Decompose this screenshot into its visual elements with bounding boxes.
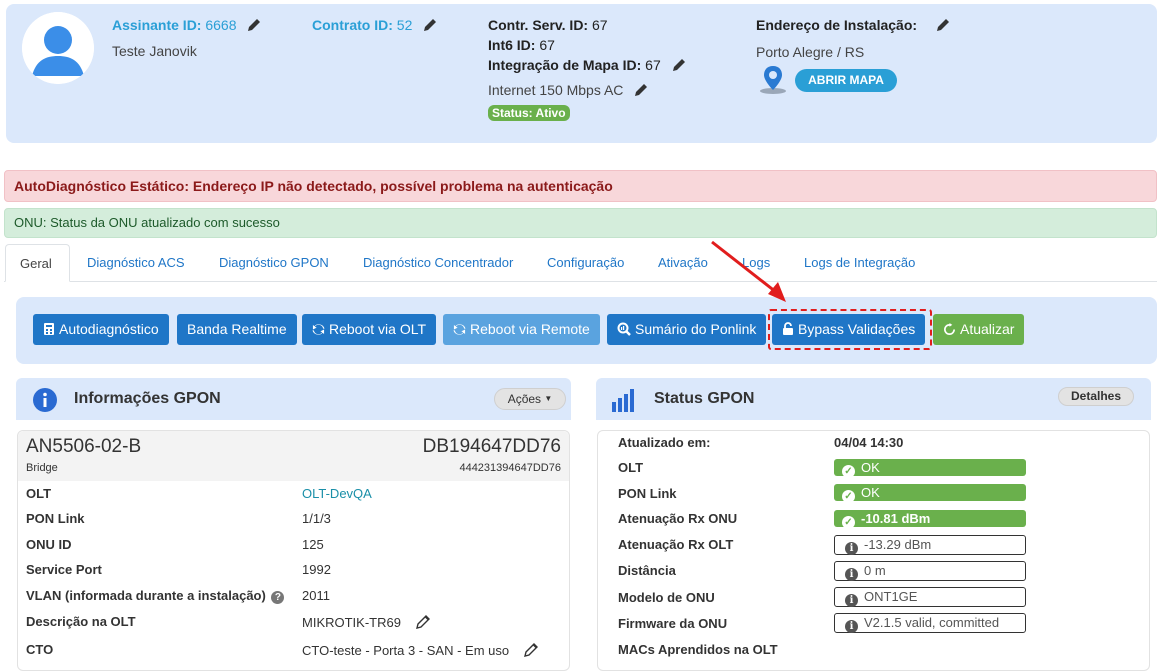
avatar xyxy=(22,12,94,84)
row-label-pon-link: PON Link xyxy=(26,511,85,526)
info-circle-icon: i xyxy=(845,568,858,581)
row-label-atualizado: Atualizado em: xyxy=(618,435,711,450)
row-label-modelo: Modelo de ONU xyxy=(618,590,715,605)
row-label-olt-status: OLT xyxy=(618,460,644,475)
assinante-name: Teste Janovik xyxy=(112,43,197,59)
edit-pencil-icon[interactable] xyxy=(671,57,687,73)
refresh-icon xyxy=(944,323,955,335)
edit-pencil-icon[interactable] xyxy=(935,17,951,33)
contr-serv-id: Contr. Serv. ID: 67 xyxy=(488,17,608,33)
acoes-dropdown[interactable]: Ações ▼ xyxy=(494,388,566,410)
row-label-onu-id: ONU ID xyxy=(26,537,72,552)
search-chart-icon xyxy=(617,322,631,336)
endereco-label: Endereço de Instalação: xyxy=(756,17,951,33)
edit-pencil-icon[interactable] xyxy=(633,82,649,98)
firmware-value: i V2.1.5 valid, committed xyxy=(834,613,1026,633)
map-pin-icon xyxy=(760,66,786,94)
autodiagnostico-button[interactable]: Autodiagnóstico xyxy=(33,314,169,345)
onu-serial: DB194647DD76 xyxy=(422,436,561,457)
status-badge: Status: Ativo xyxy=(488,104,570,121)
olt-status-badge: ✓ OK xyxy=(834,459,1026,478)
row-value-vlan: 2011 xyxy=(302,588,330,603)
onu-status-alert: ONU: Status da ONU atualizado com sucess… xyxy=(4,208,1157,238)
modelo-value: i ONT1GE xyxy=(834,587,1026,607)
int6-id: Int6 ID: 67 xyxy=(488,37,555,53)
row-label-olt: OLT xyxy=(26,486,52,501)
annotation-arrow-icon xyxy=(711,240,786,302)
assinante-id: Assinante ID: 6668 xyxy=(112,17,262,33)
rx-olt-value: i -13.29 dBm xyxy=(834,535,1026,555)
olt-link[interactable]: OLT-DevQA xyxy=(302,486,372,501)
row-label-macs: MACs Aprendidos na OLT xyxy=(618,642,778,657)
banda-realtime-button[interactable]: Banda Realtime xyxy=(177,314,297,345)
edit-pencil-icon[interactable] xyxy=(523,642,539,658)
row-label-descricao: Descrição na OLT xyxy=(26,614,136,629)
info-gpon-title: Informações GPON xyxy=(74,390,221,407)
refresh-icon xyxy=(312,324,325,335)
check-circle-icon: ✓ xyxy=(842,490,855,503)
row-label-firmware: Firmware da ONU xyxy=(618,616,728,631)
reboot-remote-button[interactable]: Reboot via Remote xyxy=(443,314,600,345)
edit-pencil-icon[interactable] xyxy=(246,17,262,33)
contrato-id: Contrato ID: 52 xyxy=(312,17,438,33)
row-label-vlan: VLAN (informada durante a instalação) ? xyxy=(26,588,285,604)
info-circle-icon: i xyxy=(845,594,858,607)
plan-info: Internet 150 Mbps AC xyxy=(488,82,649,98)
edit-pencil-icon[interactable] xyxy=(422,17,438,33)
row-value-cto: CTO-teste - Porta 3 - SAN - Em uso xyxy=(302,642,539,658)
tab-geral[interactable]: Geral xyxy=(5,244,70,282)
onu-serial-hex: 444231394647DD76 xyxy=(459,462,561,474)
info-circle-icon: i xyxy=(845,542,858,555)
row-label-service-port: Service Port xyxy=(26,562,102,577)
row-label-rx-olt: Atenuação Rx OLT xyxy=(618,537,734,552)
status-gpon-title: Status GPON xyxy=(654,390,755,407)
row-value-atualizado: 04/04 14:30 xyxy=(834,435,904,450)
annotation-highlight-box xyxy=(768,309,932,350)
reboot-olt-button[interactable]: Reboot via OLT xyxy=(302,314,437,345)
row-label-rx-onu: Atenuação Rx ONU xyxy=(618,511,738,526)
action-toolbar: Autodiagnóstico Banda Realtime Reboot vi… xyxy=(16,297,1157,364)
row-label-cto: CTO xyxy=(26,642,54,657)
row-label-distancia: Distância xyxy=(618,563,676,578)
tab-diagnostico-acs[interactable]: Diagnóstico ACS xyxy=(73,244,199,282)
atualizar-button[interactable]: Atualizar xyxy=(933,314,1025,345)
detalhes-button[interactable]: Detalhes xyxy=(1058,387,1134,406)
info-icon xyxy=(33,388,57,412)
calculator-icon xyxy=(44,323,54,335)
user-icon xyxy=(22,12,94,84)
info-circle-icon: i xyxy=(845,620,858,633)
row-value-service-port: 1992 xyxy=(302,562,331,577)
tab-diagnostico-gpon[interactable]: Diagnóstico GPON xyxy=(205,244,343,282)
onu-model: AN5506-02-B xyxy=(26,436,142,457)
integracao-id: Integração de Mapa ID: 67 xyxy=(488,57,687,73)
tab-logs-integracao[interactable]: Logs de Integração xyxy=(790,244,929,282)
tab-configuracao[interactable]: Configuração xyxy=(533,244,638,282)
row-value-descricao: MIKROTIK-TR69 xyxy=(302,614,431,630)
tab-bar: Geral Diagnóstico ACS Diagnóstico GPON D… xyxy=(4,244,1157,282)
row-label-pon-status: PON Link xyxy=(618,486,677,501)
help-icon[interactable]: ? xyxy=(271,591,285,604)
check-circle-icon: ✓ xyxy=(842,465,855,478)
refresh-icon xyxy=(453,324,466,335)
check-circle-icon: ✓ xyxy=(842,516,855,529)
autodiagnostic-alert: AutoDiagnóstico Estático: Endereço IP nã… xyxy=(4,170,1157,202)
distancia-value: i0 m xyxy=(834,561,1026,581)
endereco-value: Porto Alegre / RS xyxy=(756,44,865,60)
signal-bars-icon xyxy=(612,389,634,412)
rx-onu-badge: ✓ -10.81 dBm xyxy=(834,510,1026,529)
edit-pencil-icon[interactable] xyxy=(415,614,431,630)
tab-diagnostico-concentrador[interactable]: Diagnóstico Concentrador xyxy=(349,244,527,282)
pon-status-badge: ✓ OK xyxy=(834,484,1026,503)
onu-mode: Bridge xyxy=(26,462,58,474)
row-value-onu-id: 125 xyxy=(302,537,324,552)
open-map-button[interactable]: ABRIR MAPA xyxy=(795,69,897,92)
row-value-pon-link: 1/1/3 xyxy=(302,511,331,526)
sumario-ponlink-button[interactable]: Sumário do Ponlink xyxy=(607,314,767,345)
caret-down-icon: ▼ xyxy=(544,394,553,403)
